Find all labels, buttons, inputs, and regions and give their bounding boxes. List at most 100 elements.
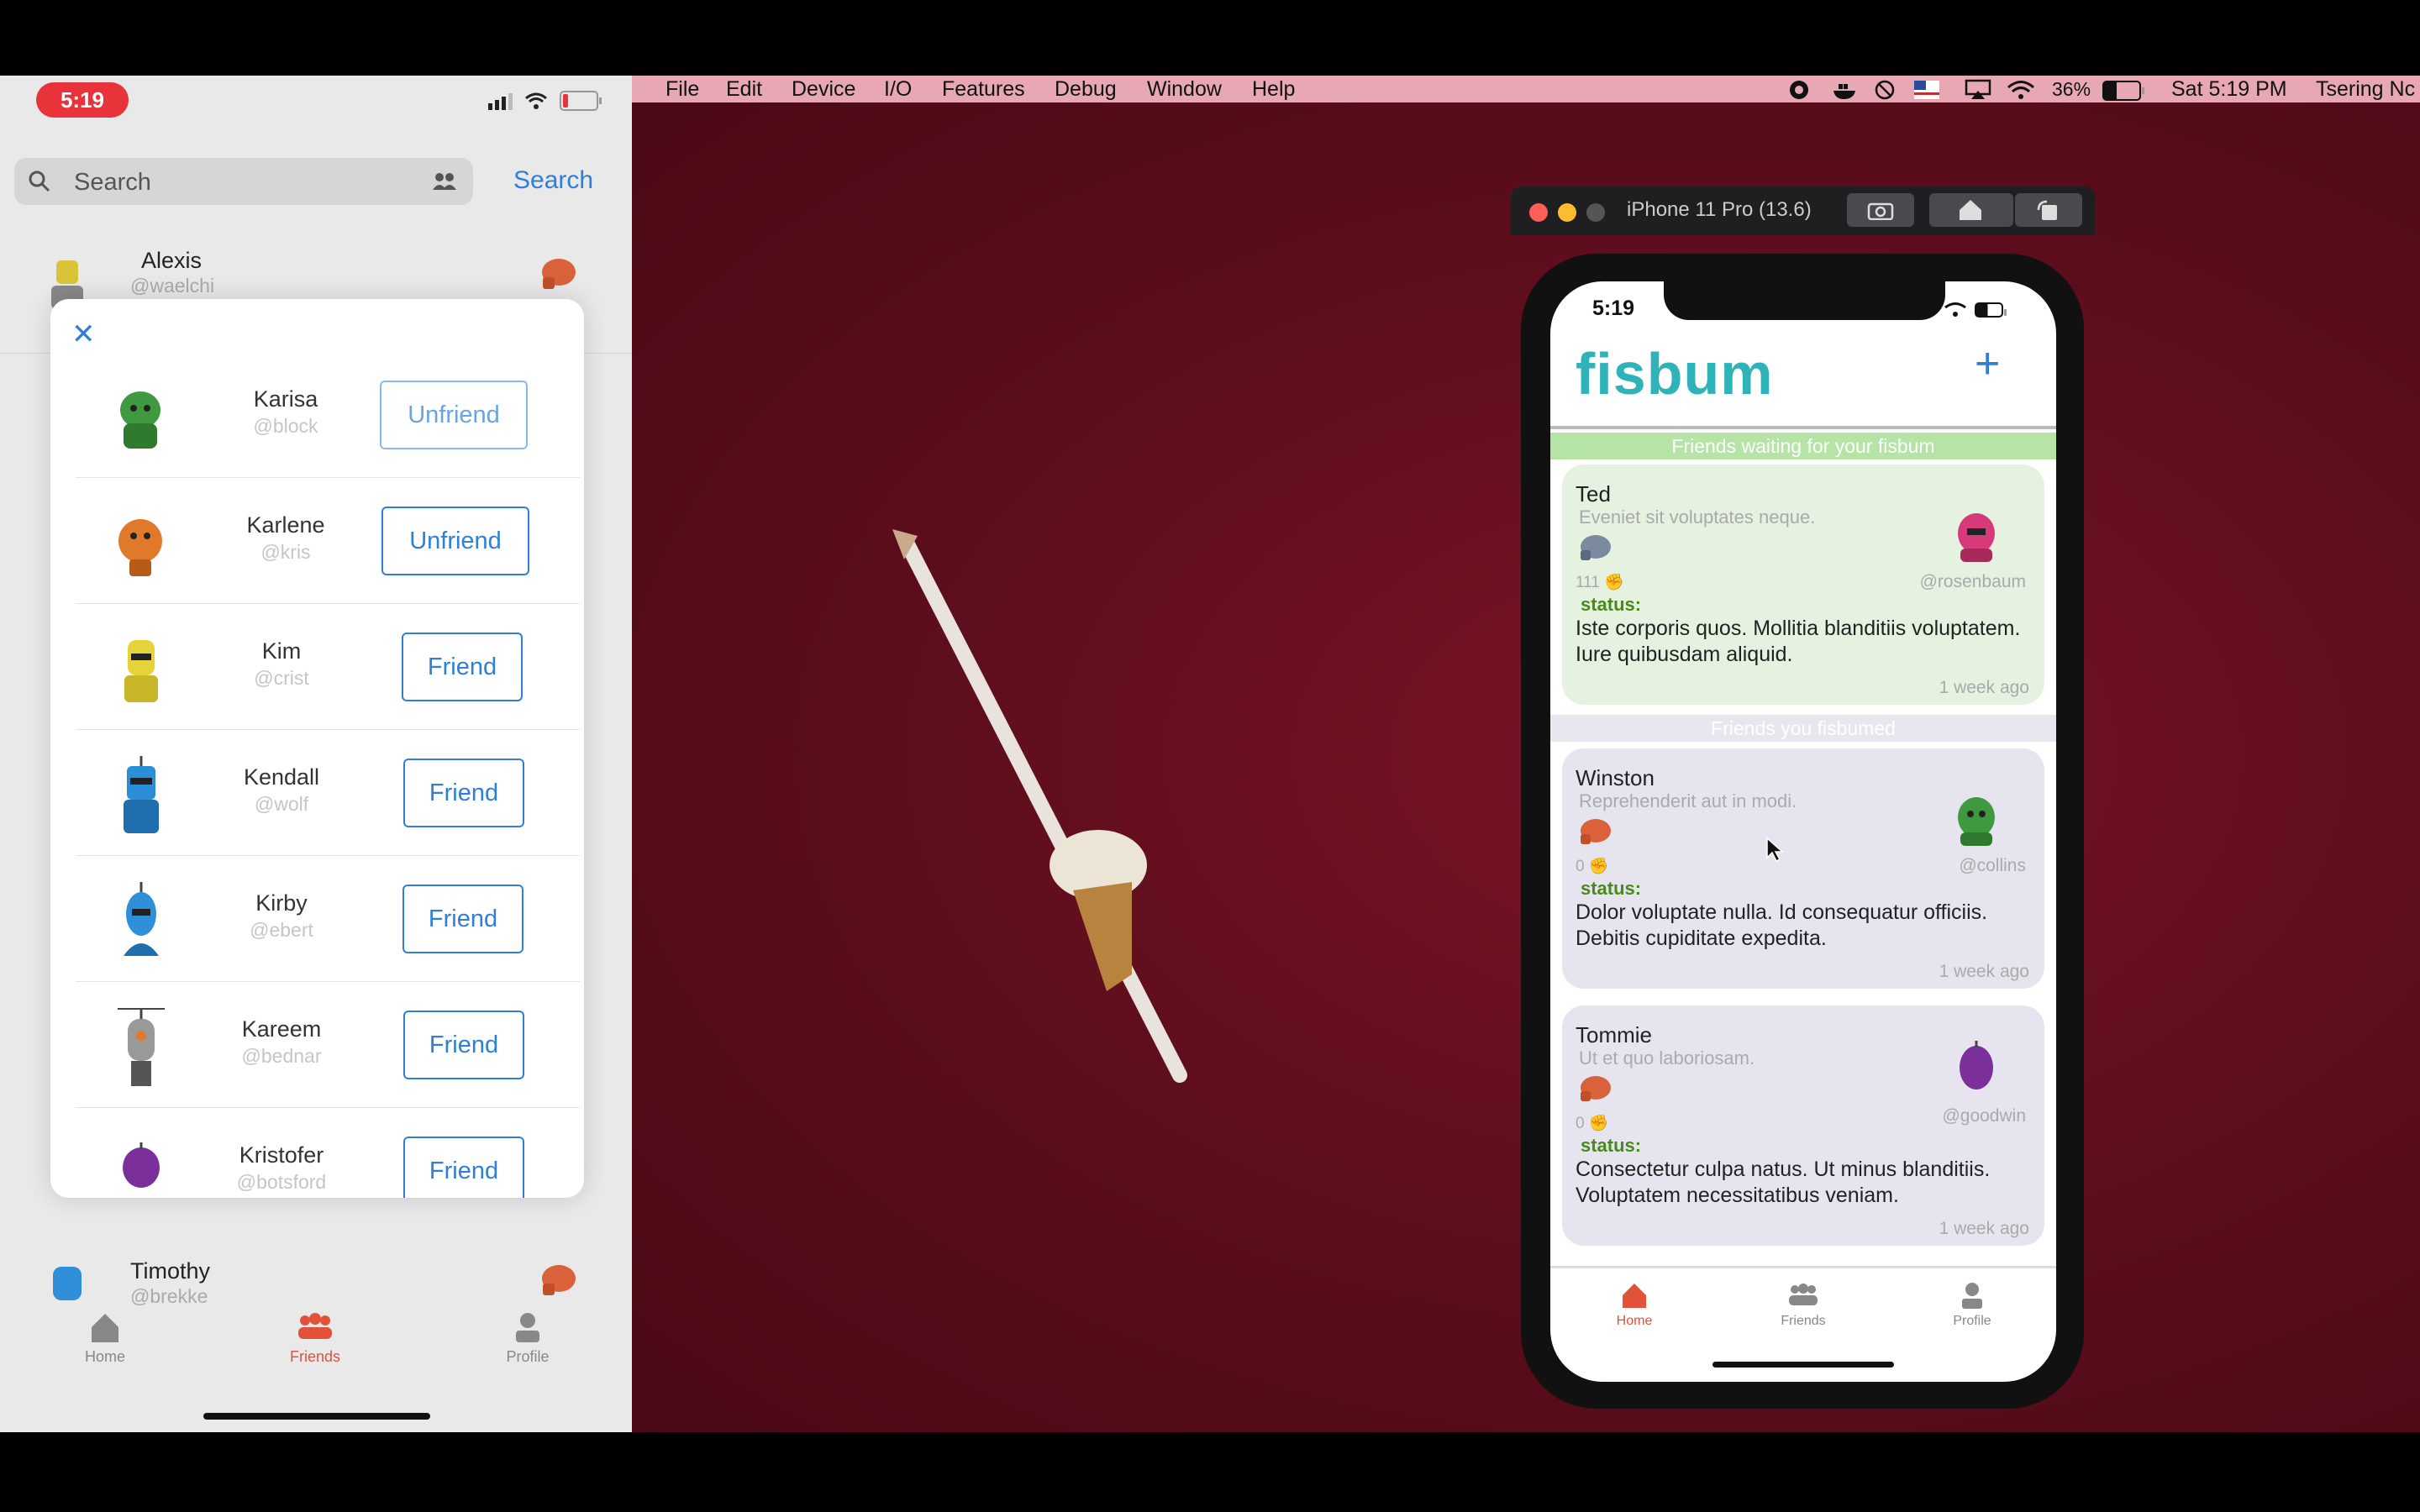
menu-help[interactable]: Help (1252, 76, 1295, 102)
count-value: 0 (1576, 858, 1585, 875)
friend-name: Kareem (241, 1016, 322, 1042)
status-bar: 5:19 (0, 76, 632, 134)
card-handle: @goodwin (1942, 1106, 2026, 1126)
friend-button[interactable]: Friend (403, 759, 524, 827)
person-icon (516, 1313, 539, 1342)
card-timestamp: 1 week ago (1939, 678, 2029, 697)
robot-avatar-icon (118, 1008, 165, 1086)
minimize-window-button[interactable] (1558, 203, 1576, 222)
contacts-icon[interactable] (431, 170, 458, 193)
header-divider (1550, 426, 2056, 429)
do-not-disturb-icon[interactable] (1874, 79, 1896, 101)
modal-row: Kendall @wolf Friend (76, 729, 580, 856)
menu-debug[interactable]: Debug (1055, 76, 1117, 102)
mouse-cursor-icon (1766, 837, 1784, 863)
fisbum-count: 0 ✊ (1576, 856, 1609, 876)
friend-button[interactable]: Friend (403, 1137, 524, 1198)
signal-icon (488, 92, 513, 110)
friend-name: Kim (261, 638, 302, 664)
friend-button[interactable]: Friend (402, 633, 523, 701)
fist-icon: ✊ (1588, 858, 1609, 875)
fist-bump-icon[interactable] (1577, 1071, 1614, 1105)
fist-icon: ✊ (1604, 574, 1624, 591)
iphone-notch (1664, 281, 1945, 320)
search-placeholder: Search (74, 169, 151, 196)
home-button[interactable] (1929, 193, 2013, 227)
tab-home[interactable]: Home (46, 1310, 164, 1366)
friend-name: Karlene (246, 512, 325, 538)
battery-icon (560, 91, 602, 111)
robot-avatar-icon (118, 519, 162, 576)
app-logo: fisbum (1576, 341, 1774, 407)
menu-edit[interactable]: Edit (726, 76, 762, 102)
tab-label: Home (1616, 1314, 1653, 1328)
list-item[interactable]: Timothy @brekke (0, 1252, 632, 1315)
close-window-button[interactable] (1529, 203, 1548, 222)
menu-user[interactable]: Tsering Nc (2316, 76, 2415, 102)
fist-bump-icon[interactable] (538, 252, 580, 292)
add-button[interactable]: + (1975, 339, 2000, 389)
screenshot-button[interactable] (1847, 193, 1914, 227)
fisbum-card[interactable]: Tommie Ut et quo laboriosam. 0 ✊ status:… (1562, 1005, 2044, 1246)
fisbum-card[interactable]: Ted Eveniet sit voluptates neque. 111 ✊ … (1562, 465, 2044, 705)
friend-handle: @wolf (254, 793, 309, 815)
search-button[interactable]: Search (513, 166, 593, 195)
flag-icon[interactable] (1914, 81, 1939, 99)
close-icon[interactable]: ✕ (71, 318, 96, 351)
menu-window[interactable]: Window (1147, 76, 1222, 102)
tab-label: Friends (1781, 1314, 1826, 1328)
robot-avatar-icon (124, 640, 158, 702)
battery-icon[interactable] (2102, 81, 2144, 101)
wifi-icon (1944, 302, 1966, 317)
docker-icon[interactable] (1832, 79, 1859, 101)
wifi-icon[interactable] (2007, 79, 2035, 101)
friend-name: Kristofer (239, 1142, 324, 1168)
card-name: Tommie (1576, 1022, 1653, 1047)
people-icon (298, 1313, 332, 1339)
tab-label: Profile (1953, 1314, 1991, 1328)
fist-bump-icon[interactable] (1577, 814, 1614, 848)
rotate-icon (2037, 200, 2057, 220)
modal-row: Kim @crist Friend (76, 603, 580, 730)
unfriend-button[interactable]: Unfriend (381, 507, 529, 575)
modal-row: Karlene @kris Unfriend (76, 477, 580, 604)
count-value: 111 (1576, 574, 1600, 591)
fist-bump-icon[interactable] (538, 1258, 580, 1299)
friend-button[interactable]: Friend (402, 885, 523, 953)
friend-handle: @kris (260, 541, 311, 563)
robot-avatar-icon (53, 1267, 82, 1300)
tab-label: Profile (506, 1348, 550, 1365)
card-handle: @collins (1959, 856, 2026, 875)
tab-home[interactable]: Home (1576, 1281, 1693, 1329)
tab-friends[interactable]: Friends (256, 1310, 374, 1366)
fisbum-card[interactable]: Winston Reprehenderit aut in modi. 0 ✊ s… (1562, 748, 2044, 989)
home-icon (1960, 200, 1981, 220)
modal-row: Karisa @block Unfriend (76, 351, 580, 478)
rotate-button[interactable] (2015, 193, 2082, 227)
menu-io[interactable]: I/O (884, 76, 912, 102)
menu-clock[interactable]: Sat 5:19 PM (2171, 76, 2287, 102)
menu-device[interactable]: Device (792, 76, 855, 102)
airplay-icon[interactable] (1965, 79, 1991, 101)
tab-profile[interactable]: Profile (1913, 1281, 2031, 1329)
ice-cream-object (1050, 830, 1147, 991)
tab-bar: Home Friends Profile (0, 1310, 632, 1432)
section-banner-sent: Friends you fisbumed (1550, 715, 2056, 742)
robot-avatar-icon (1960, 1041, 1993, 1089)
count-value: 0 (1576, 1115, 1585, 1132)
friend-button[interactable]: Friend (403, 1011, 524, 1079)
record-icon[interactable] (1788, 79, 1810, 101)
unfriend-button[interactable]: Unfriend (380, 381, 528, 449)
robot-avatar-icon (123, 1142, 160, 1188)
zoom-window-button[interactable] (1586, 203, 1605, 222)
tab-profile[interactable]: Profile (469, 1310, 587, 1366)
menu-file[interactable]: File (666, 76, 699, 102)
fist-bump-icon[interactable] (1577, 530, 1614, 564)
friend-handle: @ebert (250, 919, 313, 941)
friend-name: Kirby (255, 890, 308, 916)
status-time: 5:19 (1592, 297, 1635, 320)
menu-features[interactable]: Features (942, 76, 1025, 102)
section-banner-waiting: Friends waiting for your fisbum (1550, 433, 2056, 459)
tab-friends[interactable]: Friends (1744, 1281, 1862, 1329)
friend-handle: @botsford (236, 1171, 327, 1193)
